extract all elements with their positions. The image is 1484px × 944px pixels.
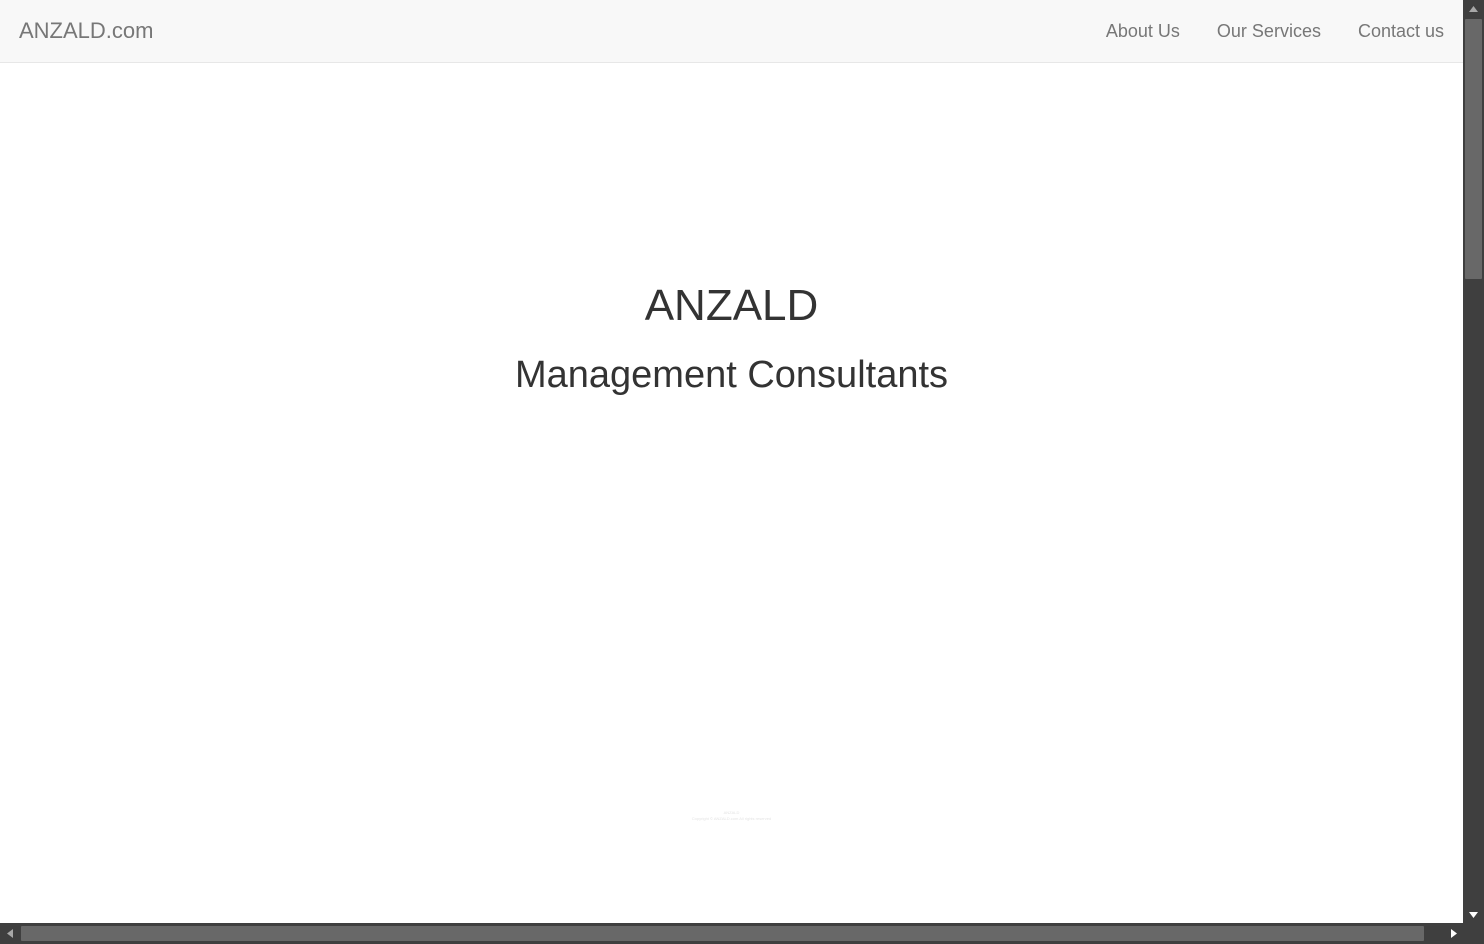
horizontal-scrollbar[interactable]	[0, 923, 1463, 944]
vertical-scrollbar[interactable]	[1463, 0, 1484, 923]
vertical-scroll-thumb[interactable]	[1465, 19, 1482, 279]
arrow-right-icon[interactable]	[1444, 923, 1463, 944]
brand-link[interactable]: ANZALD.com	[19, 17, 153, 45]
footer-line-2: Copyright © ANZALD.com All rights reserv…	[691, 816, 772, 821]
footer: ANZALD Copyright © ANZALD.com All rights…	[0, 810, 1463, 822]
page-viewport: ANZALD.com About Us Our Services Contact…	[0, 0, 1463, 923]
arrow-up-icon[interactable]	[1463, 0, 1484, 17]
arrow-left-icon[interactable]	[0, 923, 19, 944]
nav-link-contact-us[interactable]: Contact us	[1358, 20, 1444, 42]
arrow-down-icon[interactable]	[1463, 906, 1484, 923]
hero-subtitle: Management Consultants	[514, 354, 949, 396]
nav-link-our-services[interactable]: Our Services	[1217, 20, 1321, 42]
nav-links: About Us Our Services Contact us	[1069, 20, 1444, 42]
horizontal-scroll-thumb[interactable]	[21, 926, 1424, 941]
hero-section: ANZALD Management Consultants	[0, 280, 1463, 398]
hero-title: ANZALD	[644, 281, 819, 330]
scrollbar-corner	[1463, 923, 1484, 944]
nav-link-about-us[interactable]: About Us	[1106, 20, 1180, 42]
navbar: ANZALD.com About Us Our Services Contact…	[0, 0, 1463, 63]
